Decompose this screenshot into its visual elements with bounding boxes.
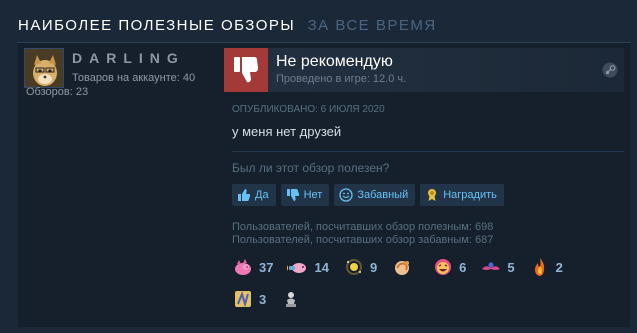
vote-no-label: Нет — [303, 189, 323, 201]
award-laughing[interactable]: 6 — [432, 255, 466, 279]
thumbs-down-icon — [224, 48, 268, 92]
awards-list: 37 14 9 6 5 2 3 — [232, 255, 612, 311]
golden-scroll-award-icon — [232, 288, 254, 310]
mustache-award-icon — [480, 256, 502, 278]
award-count: 9 — [369, 259, 378, 275]
hours-played: Проведено в игре: 12.0 ч. — [276, 73, 407, 85]
award-statue[interactable] — [280, 287, 307, 311]
vote-funny-button[interactable]: Забавный — [334, 184, 416, 206]
award-rocket-pig[interactable]: 14 — [287, 255, 329, 279]
award-count: 2 — [555, 259, 563, 275]
award-label: Наградить — [443, 189, 497, 201]
hand-award-icon — [391, 256, 413, 278]
thumbs-up-icon — [237, 188, 251, 202]
review-text: у меня нет друзей — [232, 124, 342, 139]
divider — [232, 151, 624, 152]
section-title: НАИБОЛЕЕ ПОЛЕЗНЫЕ ОБЗОРЫ — [18, 17, 296, 34]
award-hand[interactable] — [391, 255, 418, 279]
vote-funny-label: Забавный — [357, 189, 409, 201]
award-count: 14 — [314, 259, 329, 275]
recommendation-title: Не рекомендую — [276, 53, 393, 70]
section-subtitle[interactable]: ЗА ВСЕ ВРЕМЯ — [308, 17, 437, 34]
helpful-count: Пользователей, посчитавших обзор полезны… — [232, 221, 494, 233]
award-count: 37 — [259, 259, 274, 275]
author-name[interactable]: DARLING — [72, 50, 185, 66]
award-count: 6 — [459, 259, 467, 275]
steam-icon — [602, 62, 618, 78]
vote-no-button[interactable]: Нет — [280, 184, 330, 206]
recommendation-box[interactable]: Не рекомендую Проведено в игре: 12.0 ч. — [224, 48, 624, 92]
vote-buttons: Да Нет Забавный Наградить — [232, 184, 504, 206]
award-count: 3 — [259, 291, 267, 307]
author-reviews-count[interactable]: Обзоров: 23 — [26, 86, 88, 98]
award-count: 5 — [507, 259, 515, 275]
rocket-pig-award-icon — [287, 256, 309, 278]
award-fire[interactable]: 2 — [529, 255, 563, 279]
author-games-count[interactable]: Товаров на аккаунте: 40 — [72, 72, 195, 84]
award-medal-icon — [425, 188, 439, 202]
review-stats: Пользователей, посчитавших обзор полезны… — [232, 221, 493, 247]
award-sparkle[interactable]: 9 — [343, 255, 377, 279]
helpful-question: Был ли этот обзор полезен? — [232, 161, 390, 175]
vote-yes-button[interactable]: Да — [232, 184, 276, 206]
statue-award-icon — [280, 288, 302, 310]
avatar[interactable] — [24, 48, 64, 88]
review-card: DARLING Товаров на аккаунте: 40 Обзоров:… — [18, 43, 630, 327]
award-button[interactable]: Наградить — [420, 184, 504, 206]
thumbs-down-icon — [286, 188, 300, 202]
smiley-icon — [339, 188, 353, 202]
pig-award-icon — [232, 256, 254, 278]
funny-count: Пользователей, посчитавших обзор забавны… — [232, 234, 494, 246]
award-pig[interactable]: 37 — [232, 255, 273, 279]
fire-award-icon — [529, 256, 551, 278]
award-mustache[interactable]: 5 — [480, 255, 515, 279]
vote-yes-label: Да — [255, 189, 269, 201]
posted-date: ОПУБЛИКОВАНО: 6 ИЮЛЯ 2020 — [232, 104, 385, 115]
sparkle-award-icon — [343, 256, 365, 278]
section-header: НАИБОЛЕЕ ПОЛЕЗНЫЕ ОБЗОРЫ ЗА ВСЕ ВРЕМЯ — [18, 17, 630, 43]
award-golden-scroll[interactable]: 3 — [232, 287, 266, 311]
laughing-face-award-icon — [432, 256, 454, 278]
